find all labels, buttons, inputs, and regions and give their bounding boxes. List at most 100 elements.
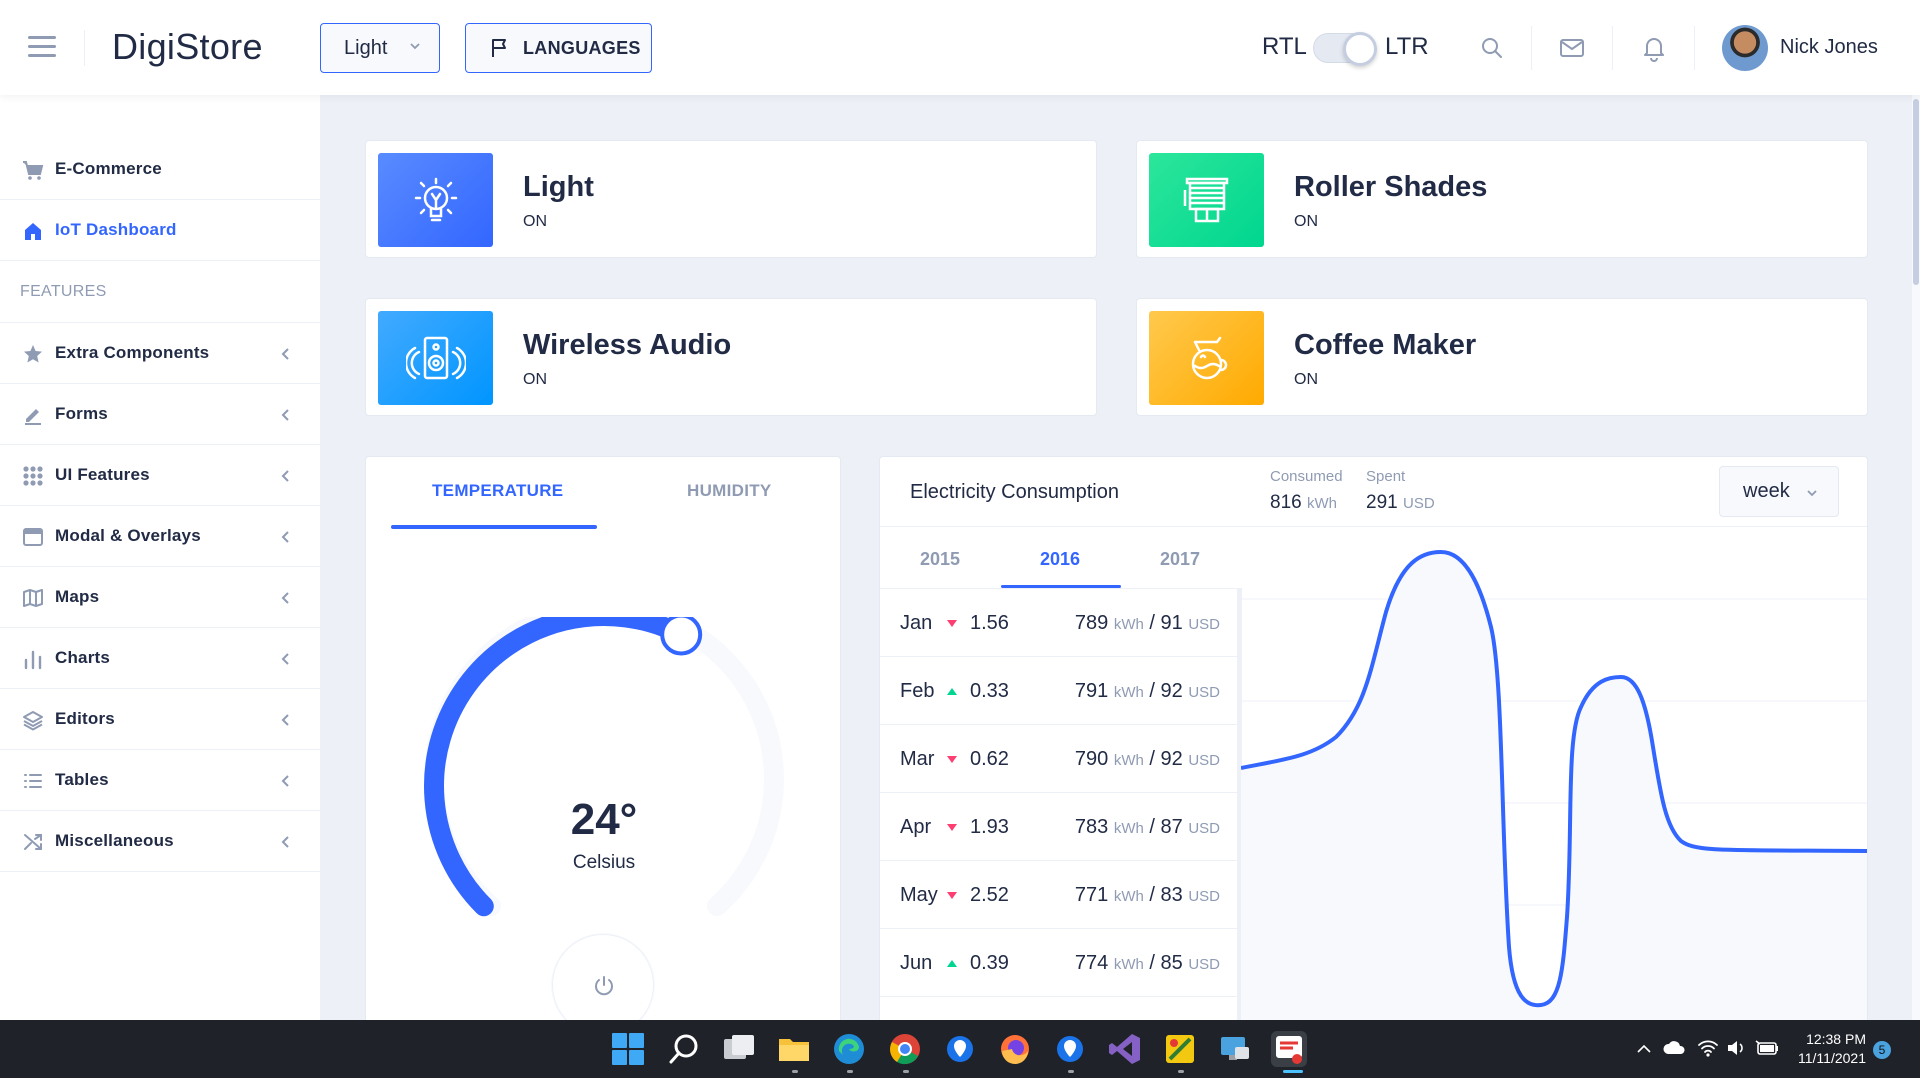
row-month: Apr bbox=[900, 816, 932, 838]
firefox-icon[interactable] bbox=[997, 1031, 1033, 1067]
device-card-roller-shades[interactable]: Roller Shades ON bbox=[1136, 140, 1868, 258]
notification-badge[interactable]: 5 bbox=[1873, 1041, 1891, 1059]
clock-time: 12:38 PM bbox=[1806, 1031, 1866, 1047]
brand-logo[interactable]: DigiStore bbox=[112, 26, 263, 68]
bell-icon[interactable] bbox=[1640, 34, 1668, 62]
sidebar-item-editors[interactable]: Editors bbox=[0, 689, 320, 750]
paint-app-icon[interactable] bbox=[1162, 1031, 1198, 1067]
year-tab-2015[interactable]: 2015 bbox=[920, 549, 960, 570]
shades-icon bbox=[1183, 177, 1228, 223]
sidebar-item-label: IoT Dashboard bbox=[55, 220, 177, 239]
device-icon-tile bbox=[1149, 311, 1264, 405]
chevron-left-icon bbox=[281, 470, 289, 482]
device-card-wireless-audio[interactable]: Wireless Audio ON bbox=[365, 298, 1097, 416]
sidebar-item-forms[interactable]: Forms bbox=[0, 384, 320, 445]
sidebar: E-Commerce IoT Dashboard FEATURES Extra … bbox=[0, 95, 320, 1020]
chevron-left-icon bbox=[281, 409, 289, 421]
consumption-chart bbox=[1241, 549, 1867, 1035]
windows-start-icon[interactable] bbox=[610, 1031, 646, 1067]
sidebar-item-label: Modal & Overlays bbox=[55, 526, 201, 545]
row-usage: 791 kWh / 92 USD bbox=[1074, 680, 1220, 702]
theme-select[interactable]: Light bbox=[320, 23, 440, 73]
chevron-down-icon bbox=[1807, 490, 1817, 497]
menu-toggle-icon[interactable] bbox=[28, 36, 56, 58]
device-title: Coffee Maker bbox=[1294, 329, 1477, 361]
electricity-card: Electricity Consumption Consumed 816 kWh… bbox=[879, 456, 1868, 1036]
period-select[interactable]: week bbox=[1719, 466, 1839, 517]
sidebar-item-ecommerce[interactable]: E-Commerce bbox=[0, 139, 320, 200]
table-row[interactable]: Mar 0.62 790 kWh / 92 USD bbox=[880, 725, 1240, 793]
sidebar-item-iot-dashboard[interactable]: IoT Dashboard bbox=[0, 200, 320, 261]
sidebar-item-charts[interactable]: Charts bbox=[0, 628, 320, 689]
direction-toggle[interactable] bbox=[1313, 32, 1377, 66]
year-tab-2017[interactable]: 2017 bbox=[1160, 549, 1200, 570]
system-clock[interactable]: 12:38 PM 11/11/2021 bbox=[1788, 1030, 1866, 1068]
chevron-up-icon[interactable] bbox=[1636, 1042, 1652, 1056]
mail-icon[interactable] bbox=[1558, 34, 1586, 62]
speaker-icon bbox=[405, 336, 466, 380]
page-scrollbar[interactable] bbox=[1912, 95, 1920, 1020]
tab-temperature[interactable]: TEMPERATURE bbox=[432, 481, 563, 501]
wifi-icon[interactable] bbox=[1697, 1038, 1719, 1058]
sidebar-item-extra-components[interactable]: Extra Components bbox=[0, 323, 320, 384]
user-name[interactable]: Nick Jones bbox=[1780, 36, 1878, 59]
avatar[interactable] bbox=[1722, 25, 1768, 71]
search-icon[interactable] bbox=[1478, 34, 1506, 62]
row-month: May bbox=[900, 884, 938, 906]
chevron-left-icon bbox=[281, 348, 289, 360]
sidebar-item-miscellaneous[interactable]: Miscellaneous bbox=[0, 811, 320, 872]
row-month: Mar bbox=[900, 748, 935, 770]
table-row[interactable]: Feb 0.33 791 kWh / 92 USD bbox=[880, 657, 1240, 725]
device-card-coffee-maker[interactable]: Coffee Maker ON bbox=[1136, 298, 1868, 416]
sidebar-item-modal-overlays[interactable]: Modal & Overlays bbox=[0, 506, 320, 567]
table-row[interactable]: May 2.52 771 kWh / 83 USD bbox=[880, 861, 1240, 929]
sidebar-item-tables[interactable]: Tables bbox=[0, 750, 320, 811]
row-usage: 783 kWh / 87 USD bbox=[1074, 816, 1220, 838]
page-scrollbar-thumb[interactable] bbox=[1913, 99, 1919, 285]
chrome-icon[interactable] bbox=[887, 1031, 923, 1067]
tab-humidity[interactable]: HUMIDITY bbox=[687, 481, 772, 501]
visual-studio-icon[interactable] bbox=[1107, 1031, 1143, 1067]
remote-desktop-icon[interactable] bbox=[1217, 1031, 1253, 1067]
row-month: Feb bbox=[900, 680, 935, 702]
list-icon bbox=[24, 774, 42, 788]
electricity-title: Electricity Consumption bbox=[910, 481, 1119, 503]
table-row[interactable]: Jun 0.39 774 kWh / 85 USD bbox=[880, 929, 1240, 997]
year-tab-2016[interactable]: 2016 bbox=[1040, 549, 1080, 570]
sidebar-item-ui-features[interactable]: UI Features bbox=[0, 445, 320, 506]
onedrive-cloud-icon[interactable] bbox=[1662, 1039, 1686, 1057]
temperature-dial[interactable] bbox=[366, 617, 842, 947]
task-view-icon[interactable] bbox=[721, 1031, 757, 1067]
sidebar-item-maps[interactable]: Maps bbox=[0, 567, 320, 628]
sidebar-item-label: Maps bbox=[55, 587, 100, 606]
cart-icon bbox=[23, 161, 44, 180]
temperature-value: 24° bbox=[570, 795, 638, 844]
device-status: ON bbox=[1294, 213, 1318, 230]
trend-down-icon bbox=[947, 892, 957, 899]
bar-chart-icon bbox=[24, 650, 42, 670]
device-title: Wireless Audio bbox=[523, 329, 732, 361]
sidebar-group-label: FEATURES bbox=[20, 283, 107, 300]
star-icon bbox=[24, 345, 42, 363]
chevron-left-icon bbox=[281, 775, 289, 787]
search-icon[interactable] bbox=[666, 1031, 702, 1067]
maps-pin-icon[interactable] bbox=[1052, 1031, 1088, 1067]
table-row[interactable]: Apr 1.93 783 kWh / 87 USD bbox=[880, 793, 1240, 861]
device-card-light[interactable]: Light ON bbox=[365, 140, 1097, 258]
device-icon-tile bbox=[378, 311, 493, 405]
row-delta: 0.39 bbox=[970, 952, 1009, 974]
file-explorer-icon[interactable] bbox=[776, 1031, 812, 1067]
clock-date: 11/11/2021 bbox=[1798, 1050, 1866, 1066]
chevron-down-icon bbox=[410, 43, 420, 50]
sidebar-item-label: UI Features bbox=[55, 465, 150, 484]
battery-icon[interactable] bbox=[1754, 1038, 1780, 1058]
edge-icon[interactable] bbox=[831, 1031, 867, 1067]
table-row[interactable]: Jan 1.56 789 kWh / 91 USD bbox=[880, 589, 1240, 657]
period-select-value: week bbox=[1743, 480, 1790, 502]
chart-area bbox=[1241, 552, 1867, 1035]
maps-pin-icon[interactable] bbox=[942, 1031, 978, 1067]
snipping-tool-icon[interactable] bbox=[1271, 1031, 1307, 1067]
volume-icon[interactable] bbox=[1725, 1038, 1747, 1058]
device-status: ON bbox=[523, 371, 547, 388]
languages-button[interactable]: LANGUAGES bbox=[465, 23, 652, 73]
